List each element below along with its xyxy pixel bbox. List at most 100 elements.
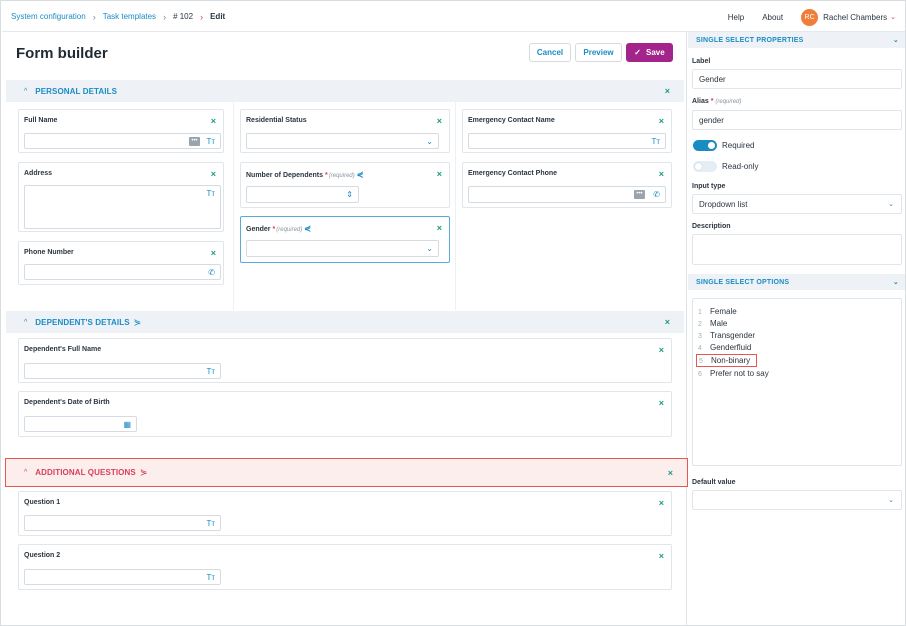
label-text: Number of Dependents <box>246 172 324 179</box>
question-1-input[interactable]: Tт <box>24 515 221 531</box>
field-emergency-contact-phone[interactable]: Emergency Contact Phone × ••• ✆ <box>462 162 672 208</box>
option-item-highlighted[interactable]: 5 Non-binary <box>696 354 758 367</box>
section-dependents-details[interactable]: ^ DEPENDENT'S DETAILS ⋟ × <box>6 311 684 333</box>
close-icon[interactable]: × <box>437 223 442 233</box>
option-item[interactable]: 1 Female <box>698 307 737 316</box>
field-number-of-dependents[interactable]: Number of Dependents *(required) ⋞ × ⇕ <box>240 162 450 208</box>
phone-input[interactable]: ✆ <box>24 264 221 280</box>
required-star: * <box>325 172 328 179</box>
field-label: Emergency Contact Name <box>468 117 555 124</box>
section-additional-questions[interactable]: ^ ADDITIONAL QUESTIONS ⋟ × <box>5 458 688 487</box>
chevron-down-icon[interactable]: ⌄ <box>893 36 899 44</box>
field-residential-status[interactable]: Residential Status × ⌄ <box>240 109 450 153</box>
default-value-select[interactable]: ⌄ <box>692 490 902 510</box>
cancel-button[interactable]: Cancel <box>529 43 571 62</box>
option-label: Non-binary <box>711 356 751 365</box>
alias-input[interactable]: gender <box>692 110 902 130</box>
question-2-input[interactable]: Tт <box>24 569 221 585</box>
option-item[interactable]: 4 Genderfluid <box>698 343 751 352</box>
section-personal-details[interactable]: ^ PERSONAL DETAILS × <box>6 80 684 102</box>
breadcrumb-task-templates[interactable]: Task templates <box>103 12 156 21</box>
stepper-icon[interactable]: ⇕ <box>346 190 353 199</box>
close-icon[interactable]: × <box>437 169 442 179</box>
chevron-up-icon[interactable]: ^ <box>24 469 27 476</box>
close-icon[interactable]: × <box>211 116 216 126</box>
close-icon[interactable]: × <box>659 398 664 408</box>
about-link[interactable]: About <box>762 13 783 22</box>
share-icon: ⋟ <box>133 316 142 327</box>
address-textarea[interactable]: Tт <box>24 185 221 229</box>
option-item[interactable]: 6 Prefer not to say <box>698 369 769 378</box>
field-emergency-contact-name[interactable]: Emergency Contact Name × Tт <box>462 109 672 153</box>
preview-button[interactable]: Preview <box>575 43 622 62</box>
option-number: 1 <box>698 309 702 316</box>
close-icon[interactable]: × <box>659 116 664 126</box>
phone-icon: ✆ <box>208 268 215 277</box>
breadcrumb-template-number[interactable]: # 102 <box>173 12 193 21</box>
avatar[interactable]: RC <box>801 8 819 26</box>
field-label: Address <box>24 170 53 177</box>
emergency-name-input[interactable]: Tт <box>468 133 666 149</box>
section-title: DEPENDENT'S DETAILS <box>35 317 130 327</box>
option-label: Male <box>710 319 728 328</box>
calendar-icon[interactable]: ▦ <box>123 420 131 429</box>
required-tag: (required) <box>715 99 742 105</box>
close-icon[interactable]: × <box>437 116 442 126</box>
page-title: Form builder <box>16 45 108 62</box>
full-name-input[interactable]: ••• Tт <box>24 133 221 149</box>
option-item[interactable]: 2 Male <box>698 319 727 328</box>
chevron-up-icon[interactable]: ^ <box>24 319 27 326</box>
help-link[interactable]: Help <box>728 13 744 22</box>
chevron-down-icon[interactable]: ⌄ <box>890 13 896 21</box>
chevron-down-icon[interactable]: ⌄ <box>893 278 899 286</box>
panel-header-options[interactable]: SINGLE SELECT OPTIONS ⌄ <box>688 274 905 290</box>
close-icon[interactable]: × <box>211 248 216 258</box>
residential-select[interactable]: ⌄ <box>246 133 439 149</box>
required-tag: (required) <box>328 173 355 179</box>
close-icon[interactable]: × <box>659 498 664 508</box>
close-icon[interactable]: × <box>665 86 670 96</box>
required-toggle[interactable] <box>693 140 717 151</box>
dependents-name-input[interactable]: Tт <box>24 363 221 379</box>
text-type-icon: Tт <box>206 137 215 146</box>
field-label: Emergency Contact Phone <box>468 170 558 177</box>
user-name[interactable]: Rachel Chambers <box>823 13 887 22</box>
chevron-down-icon: ⌄ <box>426 244 433 253</box>
chevron-up-icon[interactable]: ^ <box>24 88 27 95</box>
field-label: Question 2 <box>24 552 61 559</box>
share-icon: ⋞ <box>304 224 311 233</box>
more-icon[interactable]: ••• <box>634 190 645 199</box>
close-icon[interactable]: × <box>659 345 664 355</box>
save-button[interactable]: ✓ Save <box>626 43 673 62</box>
options-list[interactable]: 1 Female 2 Male 3 Transgender 4 Genderfluid … <box>692 298 902 466</box>
field-full-name[interactable]: Full Name × ••• Tт <box>18 109 224 153</box>
close-icon[interactable]: × <box>668 468 673 478</box>
field-question-2[interactable]: Question 2 × Tт <box>18 544 672 590</box>
close-icon[interactable]: × <box>659 169 664 179</box>
option-item[interactable]: 3 Transgender <box>698 331 755 340</box>
gender-select[interactable]: ⌄ <box>246 240 439 257</box>
close-icon[interactable]: × <box>659 551 664 561</box>
panel-header-properties[interactable]: SINGLE SELECT PROPERTIES ⌄ <box>688 32 905 48</box>
option-label: Female <box>710 307 737 316</box>
more-icon[interactable]: ••• <box>189 137 200 146</box>
field-dependents-date-of-birth[interactable]: Dependent's Date of Birth × ▦ <box>18 391 672 437</box>
number-stepper[interactable]: ⇕ <box>246 186 359 203</box>
close-icon[interactable]: × <box>665 317 670 327</box>
date-input[interactable]: ▦ <box>24 416 137 432</box>
description-label: Description <box>692 223 731 230</box>
label-input[interactable]: Gender <box>692 69 902 89</box>
field-label: Dependent's Date of Birth <box>24 399 110 406</box>
field-dependents-full-name[interactable]: Dependent's Full Name × Tт <box>18 338 672 383</box>
breadcrumb-system-configuration[interactable]: System configuration <box>11 12 86 21</box>
field-question-1[interactable]: Question 1 × Tт <box>18 491 672 536</box>
emergency-phone-input[interactable]: ••• ✆ <box>468 186 666 203</box>
close-icon[interactable]: × <box>211 169 216 179</box>
field-phone-number[interactable]: Phone Number × ✆ <box>18 241 224 285</box>
input-type-select[interactable]: Dropdown list ⌄ <box>692 194 902 214</box>
readonly-toggle[interactable] <box>693 161 717 172</box>
field-gender[interactable]: Gender *(required) ⋞ × ⌄ <box>240 216 450 263</box>
description-input[interactable] <box>692 234 902 265</box>
field-address[interactable]: Address × Tт <box>18 162 224 232</box>
field-label: Question 1 <box>24 499 61 506</box>
